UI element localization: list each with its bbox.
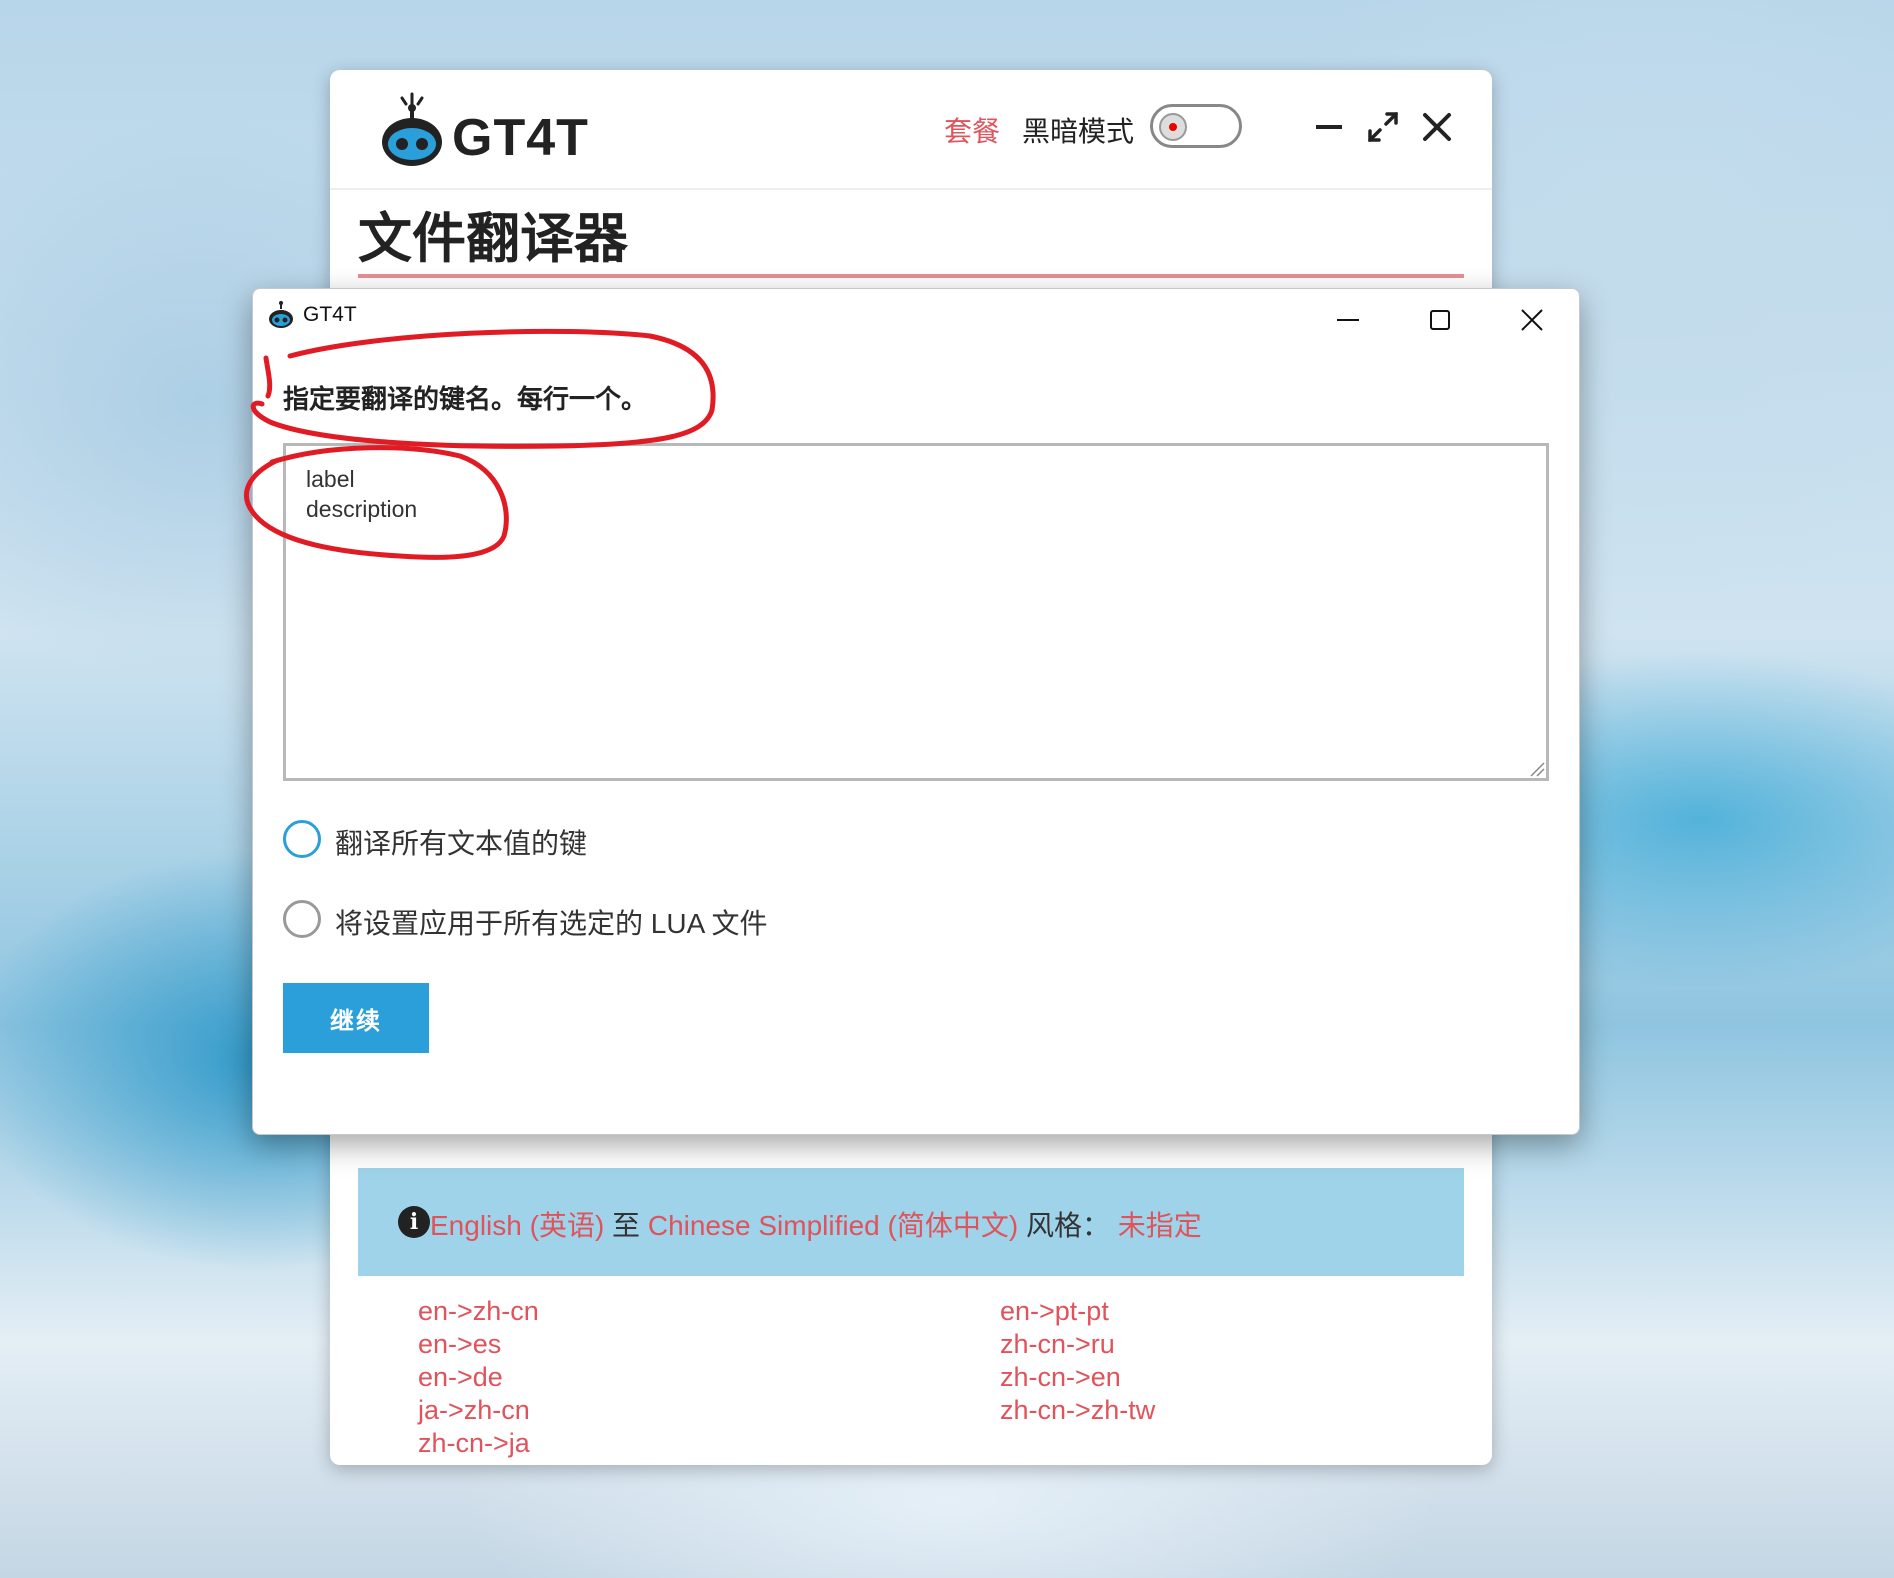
- continue-button[interactable]: 继续: [283, 983, 429, 1053]
- expand-icon[interactable]: [1366, 110, 1400, 144]
- lang-pair-link[interactable]: zh-cn->ja: [418, 1427, 539, 1460]
- dialog-title: GT4T: [303, 303, 357, 326]
- minimize-icon[interactable]: [1312, 110, 1346, 144]
- dialog-minimize-icon[interactable]: [1333, 305, 1363, 335]
- dialog-prompt: 指定要翻译的键名。每行一个。: [283, 384, 648, 414]
- title-divider: [358, 274, 1464, 278]
- option-apply-to-all-lua[interactable]: 将设置应用于所有选定的 LUA 文件: [283, 900, 803, 940]
- option-label: 翻译所有文本值的键: [335, 828, 588, 859]
- toggle-knob: [1159, 113, 1187, 141]
- target-language[interactable]: Chinese Simplified (简体中文): [648, 1210, 1018, 1241]
- lang-pairs-left: en->zh-cn en->es en->de ja->zh-cn zh-cn-…: [418, 1295, 539, 1460]
- lang-pair-link[interactable]: en->pt-pt: [1000, 1295, 1155, 1328]
- logo-text: GT4T: [452, 109, 589, 167]
- radio-button[interactable]: [283, 900, 321, 938]
- toggle-indicator-dot: [1169, 123, 1177, 131]
- style-value[interactable]: 未指定: [1118, 1210, 1202, 1241]
- main-header: GT4T 套餐 黑暗模式: [330, 70, 1492, 190]
- language-info-text: English (英语) 至 Chinese Simplified (简体中文)…: [430, 1204, 1202, 1244]
- dark-mode-toggle[interactable]: [1150, 104, 1242, 148]
- plan-link[interactable]: 套餐: [944, 110, 1000, 150]
- language-info-bar: i English (英语) 至 Chinese Simplified (简体中…: [358, 1168, 1464, 1276]
- lang-pairs-right: en->pt-pt zh-cn->ru zh-cn->en zh-cn->zh-…: [1000, 1295, 1155, 1427]
- option-translate-all-text-keys[interactable]: 翻译所有文本值的键: [283, 820, 683, 860]
- info-icon: i: [398, 1206, 430, 1238]
- lang-pair-link[interactable]: en->zh-cn: [418, 1295, 539, 1328]
- page-title: 文件翻译器: [358, 209, 628, 269]
- radio-button[interactable]: [283, 820, 321, 858]
- source-language[interactable]: English (英语): [430, 1210, 604, 1241]
- lang-pair-link[interactable]: zh-cn->en: [1000, 1361, 1155, 1394]
- key-names-dialog: GT4T 指定要翻译的键名。每行一个。 label description 翻译…: [252, 288, 1580, 1135]
- resize-grip-icon[interactable]: [1529, 761, 1545, 777]
- key-names-textarea[interactable]: label description: [283, 443, 1549, 781]
- lang-pair-link[interactable]: zh-cn->ru: [1000, 1328, 1155, 1361]
- dark-mode-label: 黑暗模式: [1022, 116, 1135, 147]
- dialog-close-icon[interactable]: [1517, 305, 1547, 335]
- lang-pair-link[interactable]: en->es: [418, 1328, 539, 1361]
- close-icon[interactable]: [1420, 110, 1454, 144]
- to-word: 至: [612, 1210, 641, 1241]
- lang-pair-link[interactable]: ja->zh-cn: [418, 1394, 539, 1427]
- lang-pair-link[interactable]: zh-cn->zh-tw: [1000, 1394, 1155, 1427]
- lang-pair-link[interactable]: en->de: [418, 1361, 539, 1394]
- style-label: 风格：: [1025, 1210, 1110, 1241]
- option-label: 将设置应用于所有选定的 LUA 文件: [335, 908, 768, 939]
- gt4t-app-icon: [269, 301, 293, 328]
- dialog-maximize-icon[interactable]: [1425, 305, 1455, 335]
